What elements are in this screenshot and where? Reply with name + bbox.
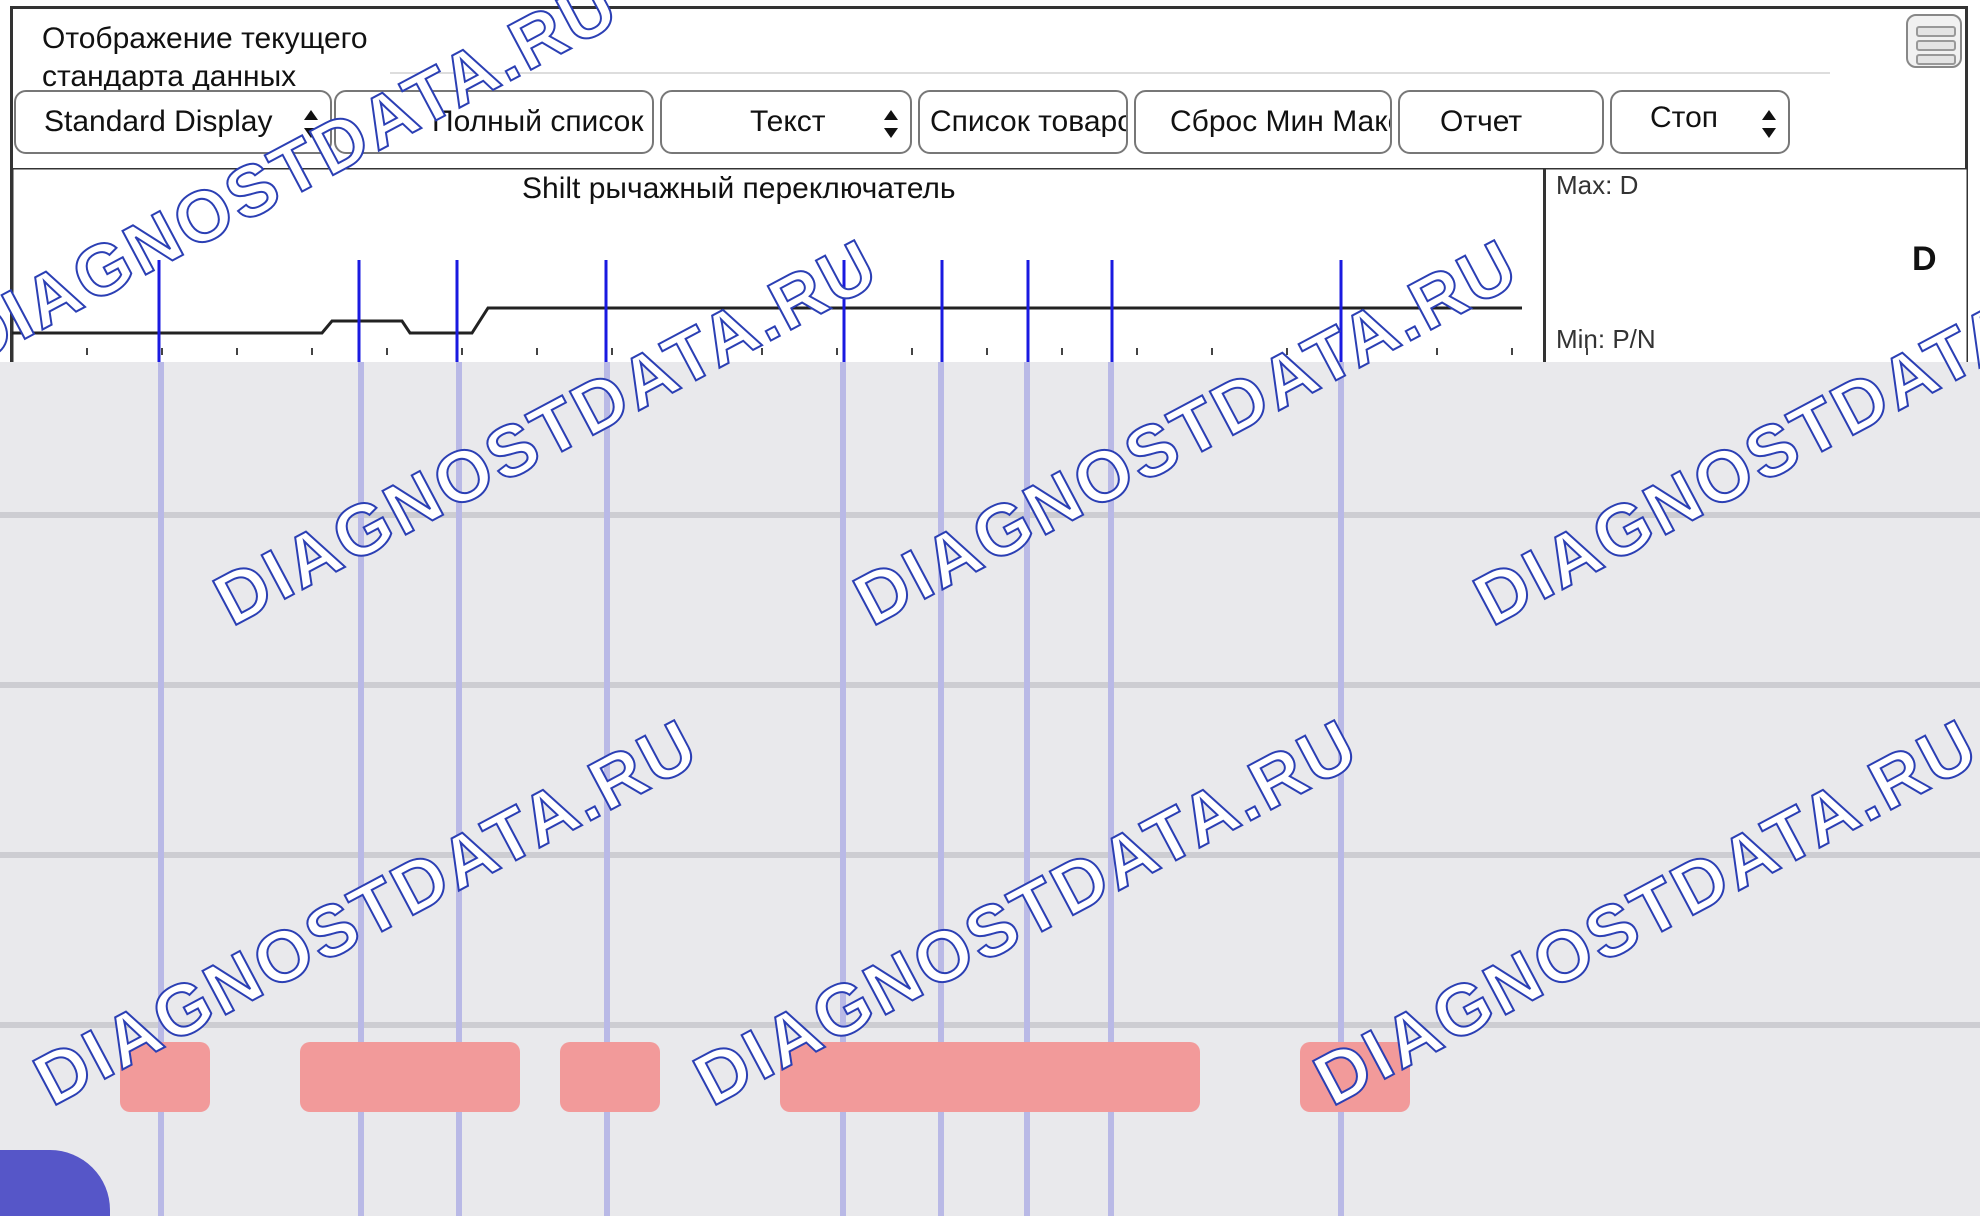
report-label: Отчет [1440,105,1523,138]
reset-min-max-button[interactable]: Сброс Мин Макс. [1134,90,1392,154]
select-arrows-icon [1760,110,1778,138]
header-divider [390,72,1830,74]
stop-select[interactable]: Стоп [1610,90,1790,154]
graph-title: Shilt рычажный переключатель [522,172,956,205]
min-value-label: Min: P/N [1556,324,1656,354]
page-title: Отображение текущего стандарта данных [42,20,368,96]
view-mode-select[interactable]: Текст [660,90,912,154]
menu-icon[interactable] [1906,14,1962,68]
report-button[interactable]: Отчет [1398,90,1604,154]
item-list-button[interactable]: Список товаров [918,90,1128,154]
title-line-1: Отображение текущего [42,22,368,55]
item-list-label: Список товаров [930,105,1128,138]
current-value: D [1912,240,1937,278]
max-value-label: Max: D [1556,170,1639,200]
view-mode-label: Текст [750,105,826,138]
select-arrows-icon [882,110,900,138]
graph-side-divider [1543,168,1546,368]
display-mode-label: Standard Display [44,105,273,138]
stop-label: Стоп [1650,101,1718,134]
reset-min-max-label: Сброс Мин Макс. [1170,105,1392,138]
